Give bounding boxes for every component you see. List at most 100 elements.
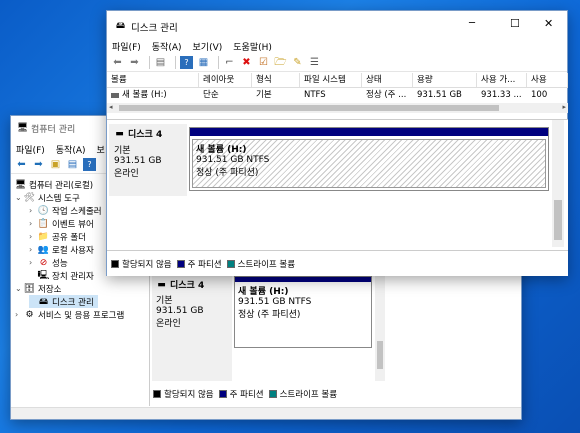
open-icon[interactable]: 🗁 [274,56,287,69]
tree-item-system-tools[interactable]: ⌄ 🛠 시스템 도구 [15,191,80,204]
disk-type: 기본 [114,146,131,156]
back-disk-info[interactable]: ▬ 디스크 4 기본 931.51 GB 온라인 [152,276,232,381]
expand-chevron-icon[interactable]: › [29,258,38,267]
scroll-thumb[interactable] [554,200,562,240]
toolbar-separator [218,56,219,69]
expand-chevron-icon[interactable]: ⌄ [15,193,24,202]
cell-free: 931.33 ... [481,90,522,100]
disk-type: 기본 [156,296,173,306]
show-hide-tree-icon[interactable]: ▤ [66,158,79,171]
services-icon: ⚙ [25,309,34,320]
scroll-left-icon[interactable]: ◂ [109,103,113,111]
back-arrow-icon[interactable]: ⬅ [15,158,28,171]
tree-item-event-viewer[interactable]: › 📋 이벤트 뷰어 [29,217,94,230]
disk-size: 931.51 GB [114,156,162,166]
legend-label: 할당되지 않음 [122,260,172,270]
back-volume-block[interactable]: 새 볼륨 (H:) 931.51 GB NTFS 정상 (주 파티션) [234,276,372,348]
menu-help[interactable]: 도움말(H) [233,40,272,53]
connect-icon[interactable]: ⌐ [223,56,236,69]
column-volume[interactable]: 볼륨 [107,73,199,87]
back-arrow-icon[interactable]: ⬅ [111,56,124,69]
striped-swatch [226,260,235,268]
back-window-title: 컴퓨터 관리 [31,124,76,135]
tree-label: 컴퓨터 관리(로컬) [29,180,94,191]
help-icon[interactable]: ? [180,56,193,69]
scroll-right-icon[interactable]: ▸ [562,103,566,111]
primary-swatch [176,260,185,268]
back-scrollbar[interactable] [375,276,385,381]
minimize-button[interactable]: ─ [469,18,475,29]
folder-icon: 📁 [37,231,50,242]
tree-item-computer-management[interactable]: 🖥 컴퓨터 관리(로컬) [15,178,93,191]
front-scrollbar[interactable] [552,120,564,247]
disk-management-window: 🖴 디스크 관리 ─ ☐ ✕ 파일(F) 동작(A) 보기(V) 도움말(H) … [106,10,568,276]
legend-label: 스트라이프 볼륨 [279,390,338,400]
expand-chevron-icon[interactable]: › [29,245,38,254]
back-graphical-pane: ▬ 디스크 4 기본 931.51 GB 온라인 새 볼륨 (H:) 931.51… [149,276,386,406]
cell-type: 기본 [256,90,272,100]
primary-partition-bar [190,128,548,136]
legend-label: 주 파티션 [187,260,222,270]
back-menu-view[interactable]: 보 [97,143,105,156]
tree-item-shared-folders[interactable]: › 📁 공유 폴더 [29,230,86,243]
list-horizontal-scrollbar[interactable]: ◂ ▸ [107,103,568,113]
tree-item-device-manager[interactable]: 🖳 장치 관리자 [29,269,94,282]
maximize-button[interactable]: ☐ [510,17,520,30]
disk-name: 디스크 4 [128,130,163,140]
volume-drive-icon [111,93,119,98]
back-menu-action[interactable]: 동작(A) [56,143,86,156]
scroll-thumb[interactable] [119,105,499,111]
menu-view[interactable]: 보기(V) [193,40,223,53]
front-legend: 할당되지 않음 주 파티션 스트라이프 볼륨 [111,258,295,270]
close-button[interactable]: ✕ [544,17,553,30]
volume-row[interactable]: 새 볼륨 (H:) 단순 기본 NTFS 정상 (주 ... 931.51 GB… [107,89,568,102]
cell-layout: 단순 [203,90,219,100]
front-disk-info[interactable]: ▬ 디스크 4 기본 931.51 GB 온라인 [109,124,187,196]
tools-icon: 🛠 [23,192,36,203]
forward-arrow-icon[interactable]: ➡ [128,56,141,69]
column-type[interactable]: 형식 [252,73,300,87]
check-icon[interactable]: ☑ [257,56,270,69]
front-menubar: 파일(F) 동작(A) 보기(V) 도움말(H) [107,37,567,55]
menu-file[interactable]: 파일(F) [112,40,141,53]
properties-icon[interactable]: ▦ [197,56,210,69]
expand-chevron-icon[interactable]: › [15,310,24,319]
users-icon: 👥 [37,244,50,255]
column-layout[interactable]: 레이아웃 [199,73,252,87]
disk-icon: 🖴 [38,296,49,307]
menu-action[interactable]: 동작(A) [152,40,182,53]
disk-name: 디스크 4 [170,281,205,291]
help-icon[interactable]: ? [83,158,96,171]
back-menu-file[interactable]: 파일(F) [16,143,45,156]
tree-item-task-scheduler[interactable]: › 🕓 작업 스케줄러 [29,204,102,217]
expand-chevron-icon[interactable]: › [29,206,38,215]
expand-chevron-icon[interactable]: › [29,232,38,241]
column-capacity[interactable]: 용량 [413,73,477,87]
primary-swatch [218,390,227,398]
cell-filesystem: NTFS [304,90,326,100]
volume-list-header: 볼륨 레이아웃 형식 파일 시스템 상태 용량 사용 가... 사용 [107,73,568,88]
expand-chevron-icon[interactable]: ⌄ [15,284,24,293]
front-volume-block[interactable]: 새 볼륨 (H:) 931.51 GB NTFS 정상 (주 파티션) [189,127,549,191]
delete-icon[interactable]: ✖ [240,56,253,69]
tree-item-disk-management[interactable]: 🖴 디스크 관리 [29,295,98,308]
legend-divider [107,250,568,251]
disk-status: 온라인 [114,169,139,179]
tree-item-services[interactable]: › ⚙ 서비스 및 응용 프로그램 [15,308,124,321]
column-status[interactable]: 상태 [362,73,413,87]
scroll-thumb[interactable] [377,341,383,369]
up-folder-icon[interactable]: ▣ [49,158,62,171]
disk-icon: ▬ [115,128,124,139]
list-icon[interactable]: ☰ [308,56,321,69]
expand-chevron-icon[interactable]: › [29,219,38,228]
front-toolbar: ⬅ ➡ ▤ ? ▦ ⌐ ✖ ☑ 🗁 ✎ ☰ [107,54,567,72]
column-pct[interactable]: 사용 [527,73,568,87]
show-hide-tree-icon[interactable]: ▤ [154,56,167,69]
forward-arrow-icon[interactable]: ➡ [32,158,45,171]
tree-item-local-users[interactable]: › 👥 로컬 사용자 [29,243,94,256]
back-right-blank [386,276,521,406]
legend-label: 주 파티션 [229,390,264,400]
column-filesystem[interactable]: 파일 시스템 [300,73,362,87]
column-free[interactable]: 사용 가... [477,73,527,87]
explore-icon[interactable]: ✎ [291,56,304,69]
